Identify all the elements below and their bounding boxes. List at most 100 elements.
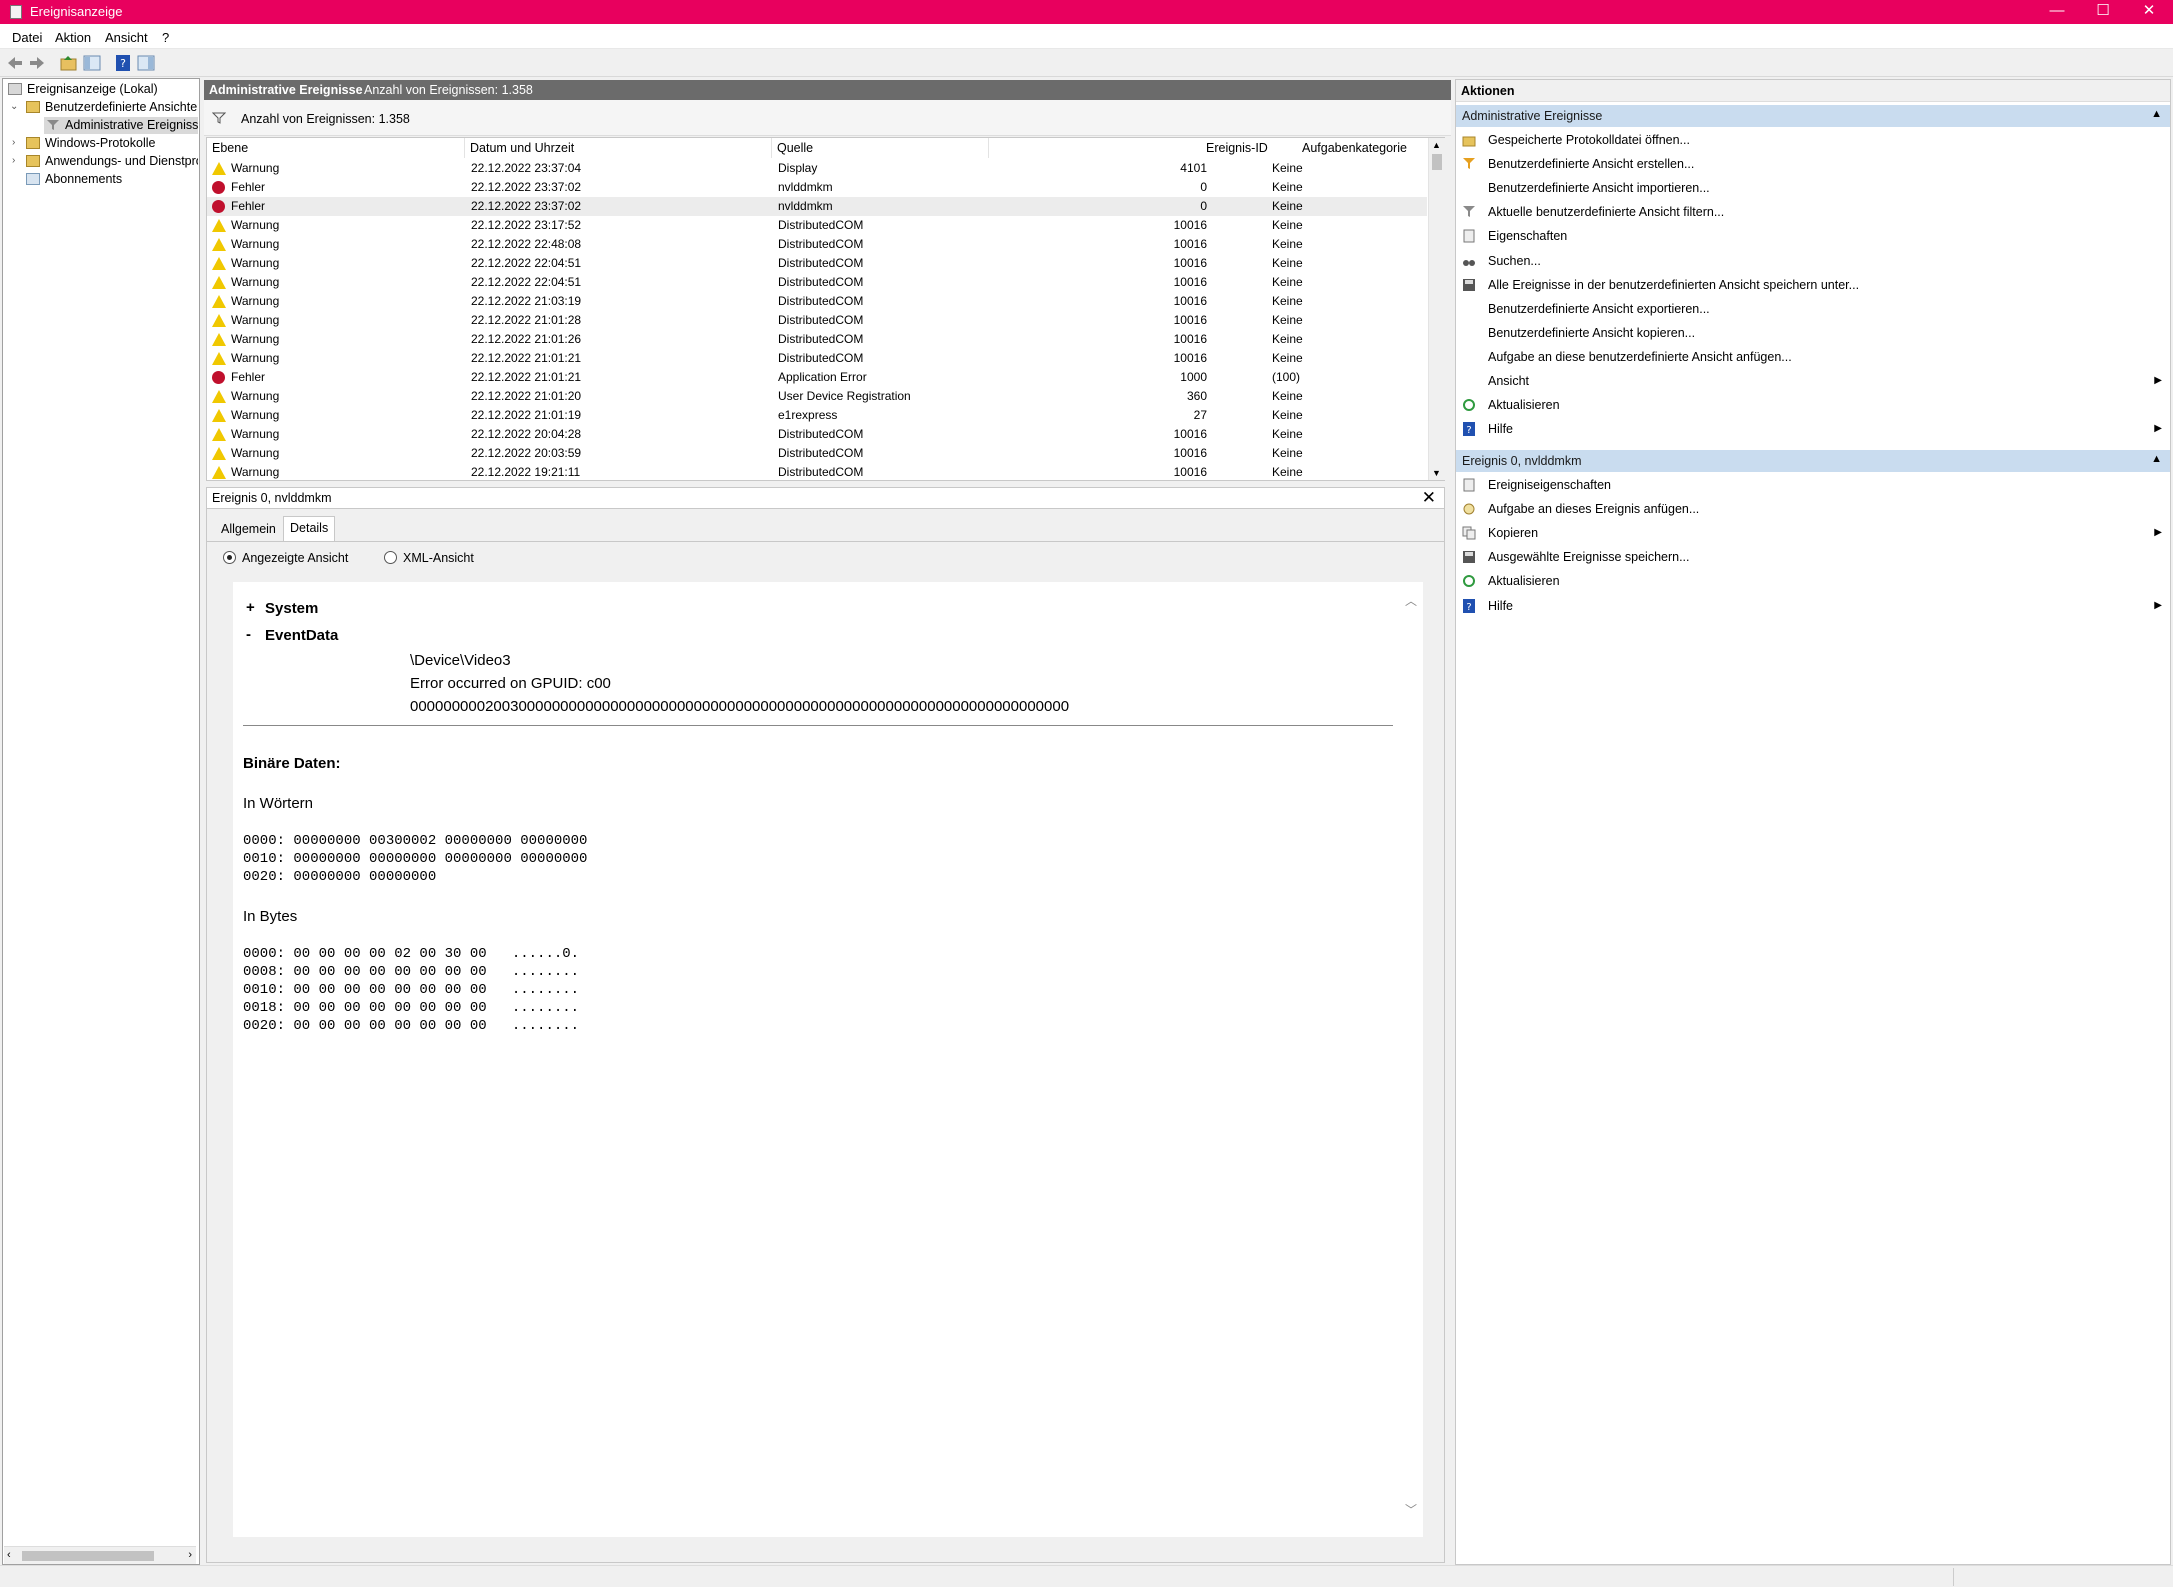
action-item[interactable]: Aktualisieren (1462, 570, 2168, 592)
system-section-label[interactable]: System (265, 600, 318, 617)
action-item[interactable]: Suchen... (1462, 250, 2168, 272)
scrollbar-thumb[interactable] (22, 1551, 154, 1561)
action-item[interactable]: Benutzerdefinierte Ansicht exportieren..… (1462, 298, 2168, 320)
actions-section-admin-events[interactable]: Administrative Ereignisse ▲ (1456, 105, 2170, 127)
radio-xml-label: XML-Ansicht (403, 551, 474, 565)
event-row[interactable]: Warnung 22.12.2022 21:01:20 User Device Re… (207, 387, 1427, 406)
binary-word-line: 0020: 00000000 00000000 (243, 869, 437, 885)
tab-details[interactable]: Details (283, 516, 336, 542)
back-icon[interactable] (6, 54, 24, 72)
tree-item-admin-events[interactable]: Administrative Ereignisse (44, 117, 198, 134)
forward-icon[interactable] (28, 54, 46, 72)
details-scrollbar[interactable]: ︿ ﹀ (1400, 590, 1422, 1520)
event-id: 10016 (1173, 427, 1207, 441)
up-folder-icon[interactable] (60, 54, 78, 72)
collapse-arrow-icon[interactable]: ⌄ (10, 101, 18, 112)
menu-help[interactable]: ? (162, 30, 169, 45)
action-item[interactable]: Aufgabe an dieses Ereignis anfügen... (1462, 498, 2168, 520)
action-item[interactable]: Ausgewählte Ereignisse speichern... (1462, 546, 2168, 568)
scroll-up-icon[interactable]: ︿ (1405, 592, 1417, 609)
event-row[interactable]: Warnung 22.12.2022 23:17:52 DistributedCOM… (207, 216, 1427, 235)
action-item[interactable]: Kopieren ▶ (1462, 522, 2168, 544)
event-row[interactable]: Warnung 22.12.2022 23:37:04 Display Keine 41… (207, 159, 1427, 178)
action-item[interactable]: Alle Ereignisse in der benutzerdefiniert… (1462, 274, 2168, 296)
column-header-date[interactable]: Datum und Uhrzeit (465, 138, 772, 158)
tree-item-subscriptions[interactable]: Abonnements (26, 171, 122, 188)
expand-arrow-icon[interactable]: › (12, 137, 15, 148)
event-row[interactable]: Warnung 22.12.2022 21:03:19 DistributedCOM… (207, 292, 1427, 311)
scroll-down-icon[interactable]: ▼ (1432, 468, 1441, 478)
warning-icon (212, 162, 226, 175)
tree-item-root[interactable]: Ereignisanzeige (Lokal) (8, 81, 158, 98)
event-row[interactable]: Warnung 22.12.2022 21:01:19 e1rexpress Kein… (207, 406, 1427, 425)
event-row[interactable]: Fehler 22.12.2022 23:37:02 nvlddmkm Keine 0 (207, 178, 1427, 197)
collapse-icon[interactable]: ▲ (2151, 453, 2162, 465)
menu-datei[interactable]: Datei (12, 30, 42, 45)
warning-icon (212, 276, 226, 289)
close-button[interactable]: ✕ (2126, 0, 2172, 24)
event-category: Keine (1272, 256, 1303, 270)
tree-horizontal-scrollbar[interactable]: ‹ › (4, 1546, 196, 1564)
radio-friendly-view[interactable]: Angezeigte Ansicht (223, 551, 348, 565)
action-item[interactable]: Aufgabe an diese benutzerdefinierte Ansi… (1462, 346, 2168, 368)
help-icon[interactable]: ? (114, 54, 132, 72)
tree-item-windows-logs[interactable]: Windows-Protokolle (26, 135, 155, 152)
action-item[interactable]: Gespeicherte Protokolldatei öffnen... (1462, 129, 2168, 151)
show-hide-tree-icon[interactable] (83, 54, 101, 72)
scroll-left-icon[interactable]: ‹ (7, 1549, 11, 1561)
event-list-scrollbar[interactable]: ▲ ▼ (1428, 138, 1445, 480)
close-detail-icon[interactable]: ✕ (1422, 488, 1436, 508)
column-header-level[interactable]: Ebene (207, 138, 465, 158)
warning-icon (212, 333, 226, 346)
event-source: e1rexpress (778, 408, 838, 422)
event-row[interactable]: Fehler 22.12.2022 23:37:02 nvlddmkm Keine 0 (207, 197, 1427, 216)
event-category: Keine (1272, 161, 1303, 175)
scroll-right-icon[interactable]: › (188, 1549, 192, 1561)
event-row[interactable]: Warnung 22.12.2022 22:04:51 DistributedCOM… (207, 254, 1427, 273)
action-item[interactable]: Benutzerdefinierte Ansicht kopieren... (1462, 322, 2168, 344)
event-row[interactable]: Warnung 22.12.2022 20:03:59 DistributedCOM… (207, 444, 1427, 463)
action-item[interactable]: Ereigniseigenschaften (1462, 474, 2168, 496)
action-item[interactable]: Benutzerdefinierte Ansicht erstellen... (1462, 153, 2168, 175)
event-row[interactable]: Fehler 22.12.2022 21:01:21 Application Err… (207, 368, 1427, 387)
event-row[interactable]: Warnung 22.12.2022 22:04:51 DistributedCOM… (207, 273, 1427, 292)
eventdata-toggle[interactable]: - (246, 626, 251, 643)
column-header-event-id[interactable]: Ereignis-ID Aufgabenkategorie (989, 138, 1414, 158)
event-level: Warnung (231, 332, 280, 346)
collapse-icon[interactable]: ▲ (2151, 108, 2162, 120)
minimize-button[interactable]: — (2034, 0, 2080, 24)
scroll-up-icon[interactable]: ▲ (1432, 140, 1441, 150)
actions-section-event[interactable]: Ereignis 0, nvlddmkm ▲ (1456, 450, 2170, 472)
system-toggle[interactable]: + (246, 599, 258, 616)
event-row[interactable]: Warnung 22.12.2022 22:48:08 DistributedCOM… (207, 235, 1427, 254)
event-row[interactable]: Warnung 22.12.2022 21:01:21 DistributedCOM… (207, 349, 1427, 368)
error-icon (212, 181, 225, 194)
scrollbar-thumb[interactable] (1432, 154, 1442, 170)
eventdata-section-label[interactable]: EventData (265, 627, 338, 644)
event-source: DistributedCOM (778, 275, 864, 289)
action-item[interactable]: Aktuelle benutzerdefinierte Ansicht filt… (1462, 201, 2168, 223)
menu-ansicht[interactable]: Ansicht (105, 30, 148, 45)
tree-item-app-logs[interactable]: Anwendungs- und Dienstprotokolle (26, 153, 198, 170)
scroll-down-icon[interactable]: ﹀ (1405, 1501, 1417, 1518)
action-item[interactable]: Eigenschaften (1462, 225, 2168, 247)
tree-item-custom-views[interactable]: Benutzerdefinierte Ansichten (26, 99, 198, 116)
event-row[interactable]: Warnung 22.12.2022 19:21:11 DistributedCOM… (207, 463, 1427, 480)
event-row[interactable]: Warnung 22.12.2022 21:01:26 DistributedCOM… (207, 330, 1427, 349)
action-item[interactable]: ? Hilfe ▶ (1462, 418, 2168, 440)
maximize-button[interactable]: ☐ (2080, 0, 2126, 24)
expand-arrow-icon[interactable]: › (12, 155, 15, 166)
event-level: Warnung (231, 218, 280, 232)
action-item[interactable]: Aktualisieren (1462, 394, 2168, 416)
column-header-source[interactable]: Quelle (772, 138, 989, 158)
action-item[interactable]: ? Hilfe ▶ (1462, 595, 2168, 617)
menu-aktion[interactable]: Aktion (55, 30, 91, 45)
action-item[interactable]: Benutzerdefinierte Ansicht importieren..… (1462, 177, 2168, 199)
tab-general[interactable]: Allgemein (215, 518, 282, 540)
show-hide-action-pane-icon[interactable] (137, 54, 155, 72)
event-row[interactable]: Warnung 22.12.2022 20:04:28 DistributedCOM… (207, 425, 1427, 444)
radio-xml-view[interactable]: XML-Ansicht (384, 551, 474, 565)
event-row[interactable]: Warnung 22.12.2022 21:01:28 DistributedCOM… (207, 311, 1427, 330)
action-item[interactable]: Ansicht ▶ (1462, 370, 2168, 392)
action-label: Aktualisieren (1488, 398, 1560, 413)
